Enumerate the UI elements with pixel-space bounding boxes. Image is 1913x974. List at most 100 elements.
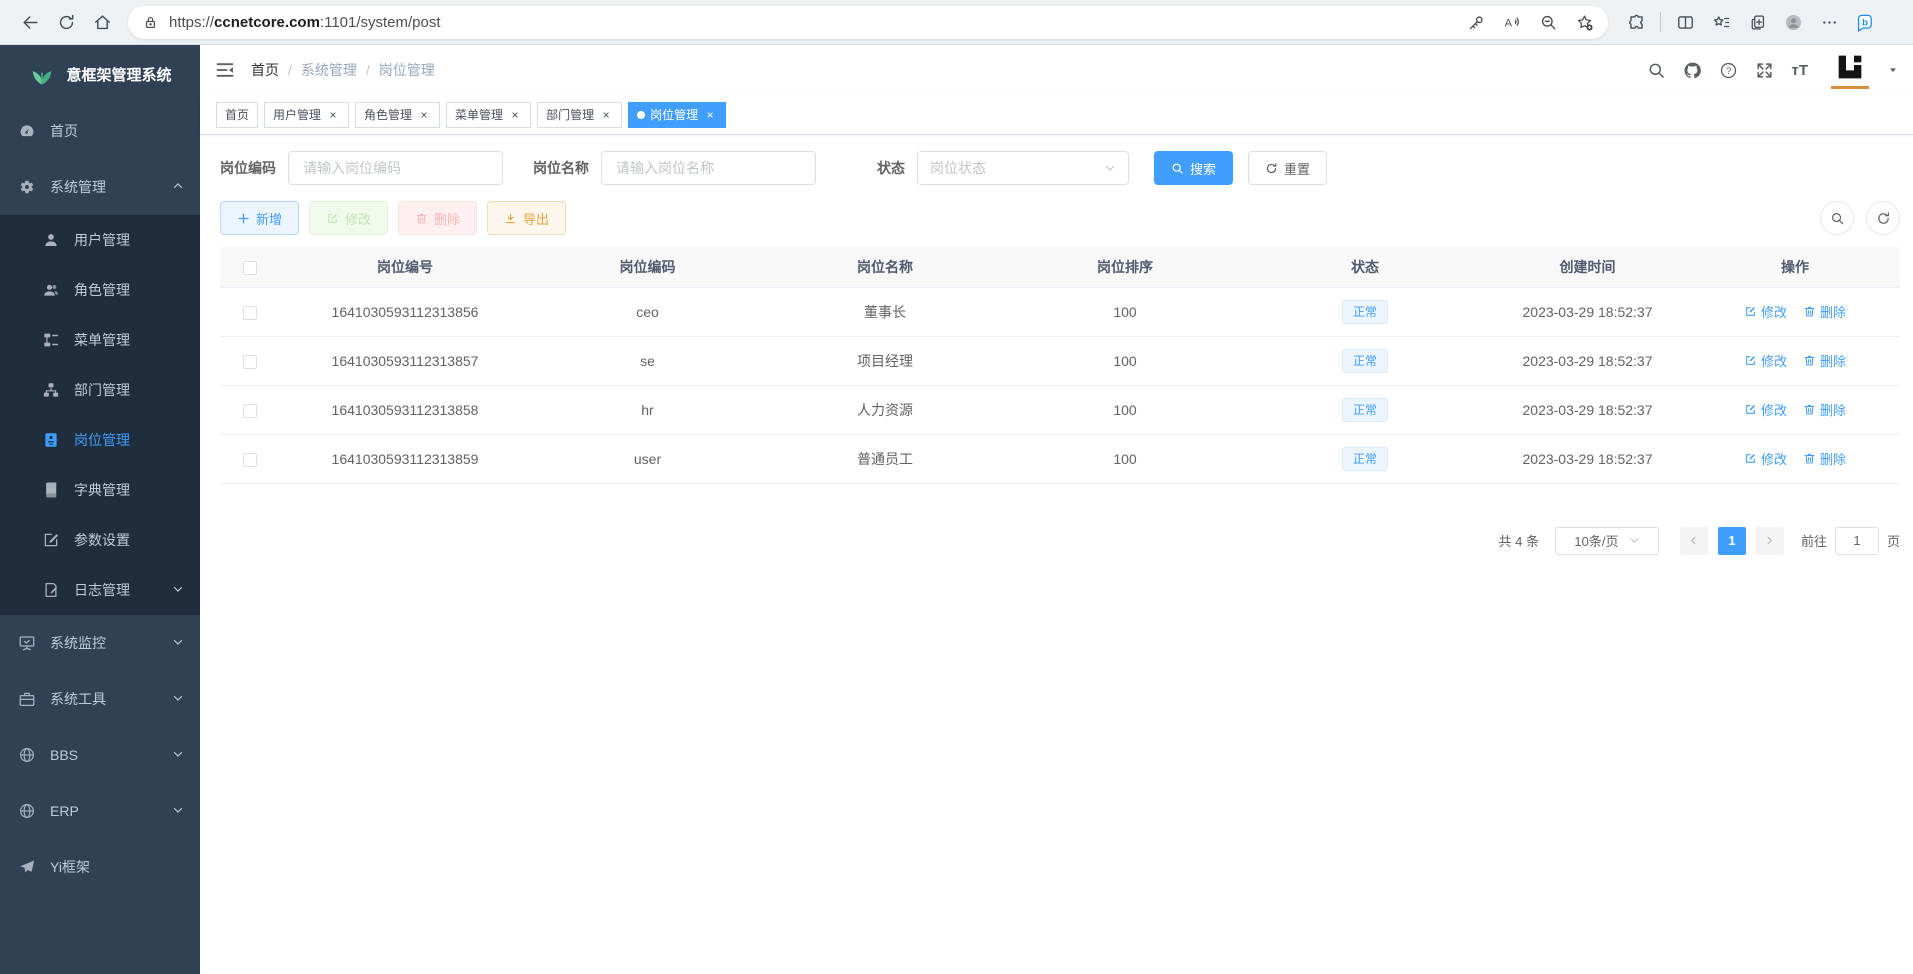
sidebar-item-tools[interactable]: 系统工具 [0,671,200,727]
edit-icon [1744,354,1757,367]
filter-form: 岗位编码 岗位名称 状态 岗位状态 搜索 重置 [220,151,1900,185]
row-checkbox[interactable] [243,306,257,320]
bing-chat-icon[interactable]: b [1847,5,1881,39]
close-icon[interactable]: × [417,108,431,122]
row-edit-link[interactable]: 修改 [1744,302,1787,321]
trash-icon [1803,403,1816,416]
badge-icon [42,431,60,449]
status-select[interactable]: 岗位状态 [917,151,1129,185]
tab-home[interactable]: 首页 [216,102,258,128]
avatar-caret-icon[interactable] [1888,65,1898,75]
tab-menus[interactable]: 菜单管理 × [446,102,531,128]
row-checkbox[interactable] [243,404,257,418]
delete-button-disabled[interactable]: 删除 [398,201,477,235]
refresh-table-button[interactable] [1866,201,1900,235]
table-row: 1641030593112313858 hr 人力资源 100 正常 2023-… [220,385,1900,434]
export-button[interactable]: 导出 [487,201,566,235]
add-favorite-icon[interactable] [1566,5,1602,39]
browser-profile-avatar[interactable] [1775,5,1811,39]
row-edit-link[interactable]: 修改 [1744,449,1787,468]
sidebar-item-roles[interactable]: 角色管理 [0,265,200,315]
browser-toolbar: https://ccnetcore.com:1101/system/post A… [0,0,1913,45]
tab-roles[interactable]: 角色管理× [355,102,440,128]
row-delete-link[interactable]: 删除 [1803,351,1846,370]
add-button[interactable]: 新增 [220,201,299,235]
goto-label: 前往 [1801,531,1827,550]
tab-departments[interactable]: 部门管理× [537,102,622,128]
sidebar-item-bbs[interactable]: BBS [0,727,200,783]
sidebar-item-label: 用户管理 [74,230,130,250]
next-page-button[interactable] [1756,527,1784,555]
sidebar-item-erp[interactable]: ERP [0,783,200,839]
sidebar-item-posts[interactable]: 岗位管理 [0,415,200,465]
password-key-icon[interactable] [1458,5,1494,39]
row-edit-link[interactable]: 修改 [1744,351,1787,370]
edit-button-disabled[interactable]: 修改 [309,201,388,235]
search-icon[interactable] [1647,61,1666,80]
post-name-label: 岗位名称 [533,158,589,178]
close-icon[interactable]: × [599,108,613,122]
collapse-sidebar-icon[interactable] [215,60,235,80]
page-content: 岗位编码 岗位名称 状态 岗位状态 搜索 重置 新增 修改 [200,135,1913,974]
prev-page-button[interactable] [1680,527,1708,555]
post-code-input[interactable] [301,159,490,177]
tab-posts-active[interactable]: 岗位管理× [628,102,726,128]
row-checkbox[interactable] [243,453,257,467]
row-edit-link[interactable]: 修改 [1744,400,1787,419]
font-size-icon[interactable]: тT [1791,62,1808,79]
split-screen-icon[interactable] [1667,5,1703,39]
reset-button[interactable]: 重置 [1248,151,1327,185]
page-number-active[interactable]: 1 [1718,527,1746,555]
cell-post-sort: 100 [1005,287,1245,336]
sidebar-item-monitor[interactable]: 系统监控 [0,615,200,671]
sidebar-item-parameters[interactable]: 参数设置 [0,515,200,565]
page-size-select[interactable]: 10条/页 [1555,527,1659,555]
collections-icon[interactable] [1739,5,1775,39]
close-icon[interactable]: × [508,108,522,122]
sidebar-item-dictionary[interactable]: 字典管理 [0,465,200,515]
url-text: https://ccnetcore.com:1101/system/post [169,14,1458,31]
edit-icon [1744,305,1757,318]
logo-plant-icon [28,60,56,88]
user-avatar[interactable] [1831,51,1869,89]
close-icon[interactable]: × [326,108,340,122]
back-icon[interactable] [12,5,48,39]
sidebar-item-logs[interactable]: 日志管理 [0,565,200,615]
sidebar-item-label: 岗位管理 [74,430,130,450]
sidebar-item-users[interactable]: 用户管理 [0,215,200,265]
row-checkbox[interactable] [243,355,257,369]
tab-users[interactable]: 用户管理 × [264,102,349,128]
extensions-icon[interactable] [1618,5,1654,39]
search-button[interactable]: 搜索 [1154,151,1233,185]
row-delete-link[interactable]: 删除 [1803,400,1846,419]
sidebar-item-menus[interactable]: 菜单管理 [0,315,200,365]
sidebar-item-system[interactable]: 系统管理 [0,159,200,215]
read-aloud-icon[interactable]: A [1494,5,1530,39]
close-icon[interactable]: × [703,108,717,122]
cell-post-id: 1641030593112313858 [280,385,530,434]
home-icon[interactable] [84,5,120,39]
app-logo: 意框架管理系统 [0,45,200,103]
tab-label: 菜单管理 [455,106,503,123]
more-menu-icon[interactable] [1811,5,1847,39]
post-name-input[interactable] [614,159,803,177]
cell-post-name: 普通员工 [765,434,1005,483]
fullscreen-icon[interactable] [1755,61,1774,80]
row-delete-link[interactable]: 删除 [1803,449,1846,468]
sidebar-item-yi-framework[interactable]: Yi框架 [0,839,200,895]
goto-page-input[interactable] [1835,527,1879,555]
sidebar-item-departments[interactable]: 部门管理 [0,365,200,415]
refresh-icon[interactable] [48,5,84,39]
zoom-out-icon[interactable] [1530,5,1566,39]
tab-label: 用户管理 [273,106,321,123]
select-all-checkbox[interactable] [243,261,257,275]
github-icon[interactable] [1683,61,1702,80]
sidebar-item-home[interactable]: 首页 [0,103,200,159]
address-bar[interactable]: https://ccnetcore.com:1101/system/post A [128,6,1608,39]
cell-post-name: 董事长 [765,287,1005,336]
favorites-icon[interactable] [1703,5,1739,39]
breadcrumb-home[interactable]: 首页 [251,60,279,80]
help-icon[interactable]: ? [1719,61,1738,80]
show-search-toggle-button[interactable] [1820,201,1854,235]
row-delete-link[interactable]: 删除 [1803,302,1846,321]
